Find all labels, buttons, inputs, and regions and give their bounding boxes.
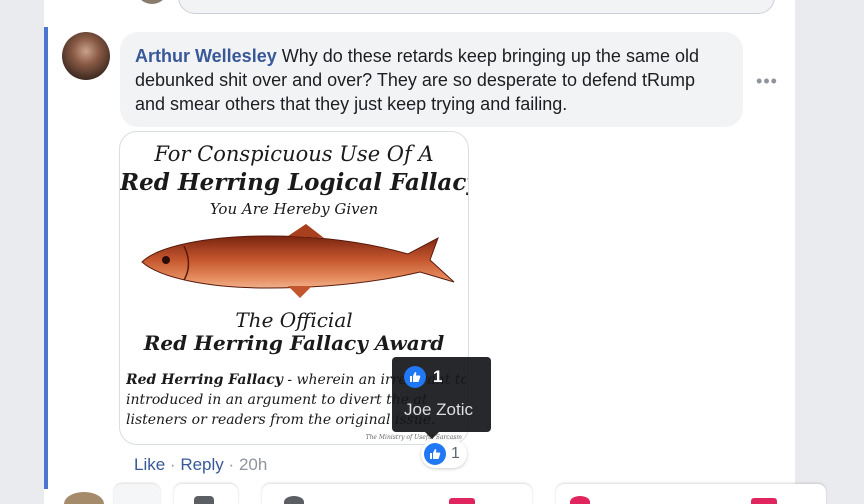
reactions-summary[interactable]: 1 (421, 440, 467, 468)
thread-highlight-bar (44, 27, 48, 489)
award-desc-2: introduced in an argument to divert the … (126, 392, 428, 408)
award-line-2: Red Herring Logical Fallacy (120, 169, 469, 196)
chat-close-icon[interactable] (449, 498, 475, 504)
red-herring-fish-icon (141, 224, 455, 298)
award-line-3: You Are Hereby Given (209, 200, 379, 218)
award-line-1: For Conspicuous Use Of A (154, 142, 434, 166)
chat-avatar (570, 496, 590, 504)
separator: · (169, 455, 176, 474)
separator: · (228, 455, 235, 474)
like-button[interactable]: Like (134, 455, 165, 474)
chat-bar (0, 484, 864, 504)
like-icon (404, 366, 426, 388)
reactions-tooltip: 1 Joe Zotic (392, 357, 491, 439)
comment-author[interactable]: Arthur Wellesley (135, 46, 277, 66)
comment-actions: Like · Reply · 20h (134, 454, 267, 476)
chat-tab[interactable] (114, 484, 160, 504)
award-line-5: Red Herring Fallacy Award (143, 331, 445, 355)
more-options-icon[interactable]: ••• (756, 72, 778, 90)
tooltip-user-name: Joe Zotic (404, 400, 473, 419)
comment-input[interactable] (178, 0, 775, 14)
like-icon (424, 443, 446, 465)
award-line-4: The Official (235, 308, 353, 332)
comment-bubble: Arthur Wellesley Why do these retards ke… (120, 32, 743, 127)
award-desc-3: listeners or readers from the original i… (126, 412, 436, 428)
chat-tab[interactable] (174, 484, 238, 504)
reaction-count: 1 (451, 445, 460, 462)
chat-close-icon[interactable] (751, 498, 777, 504)
chat-tab[interactable] (262, 484, 532, 504)
chat-icon (194, 496, 214, 504)
reply-button[interactable]: Reply (180, 455, 223, 474)
comment-timestamp[interactable]: 20h (239, 455, 267, 474)
avatar[interactable] (62, 32, 110, 80)
chat-tab[interactable] (556, 484, 826, 504)
chat-avatar (284, 496, 304, 504)
award-term: Red Herring Fallacy (126, 372, 283, 388)
tooltip-header: 1 (404, 366, 442, 388)
tooltip-count: 1 (433, 367, 443, 386)
